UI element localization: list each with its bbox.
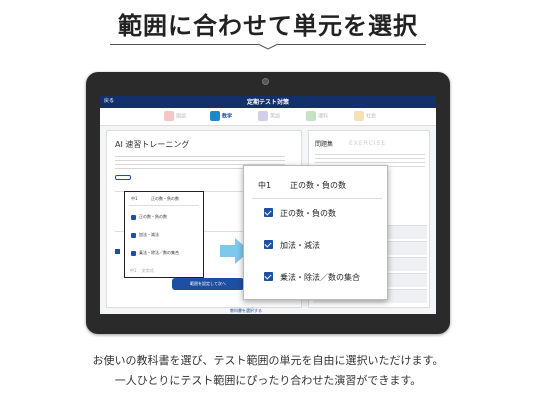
science-subject-icon: [306, 111, 316, 121]
exercise-title: 問題集: [315, 141, 334, 148]
japanese-subject-icon: [164, 111, 174, 121]
ai-training-title: AI 速習トレーニング: [115, 140, 190, 149]
app-title: 定期テスト対策: [246, 99, 289, 106]
subject-tabs: 国語 数学 英語 理科 社会: [100, 108, 436, 126]
checkbox-icon: [264, 240, 273, 249]
tab-math[interactable]: 数学: [210, 111, 232, 123]
app-header: 戻る 定期テスト対策: [100, 96, 436, 108]
math-subject-icon: [210, 111, 220, 121]
unit-title: 正の数・負の数: [151, 196, 179, 201]
unit-option[interactable]: 乗法・除法／数の集合: [264, 272, 360, 283]
social-subject-icon: [354, 111, 364, 121]
unit-option[interactable]: 乗法・除法／数の集合: [131, 250, 179, 256]
small-option-button[interactable]: [115, 175, 131, 180]
tab-social[interactable]: 社会: [354, 111, 376, 123]
section-checkbox[interactable]: [115, 249, 120, 254]
exercise-subtitle: EXERCISE: [349, 140, 387, 147]
tab-japanese[interactable]: 国語: [164, 111, 186, 123]
headline-rule-left: [110, 44, 258, 45]
unit-title: 正の数・負の数: [290, 181, 346, 190]
chevron-down-icon: [257, 43, 279, 50]
caption-line-2: 一人ひとりにテスト範囲にぴったり合わせた演習ができます。: [114, 374, 422, 387]
english-subject-icon: [258, 111, 268, 121]
unit-option[interactable]: 加法・減法: [131, 232, 159, 238]
checkbox-icon: [131, 214, 136, 220]
unit-selector-mini: 中1 正の数・負の数 正の数・負の数 加法・減法 乗法・除法／数の集合: [124, 191, 204, 278]
tab-english[interactable]: 英語: [258, 111, 280, 123]
checkbox-icon: [264, 208, 273, 217]
next-unit-row: 中1 文字式: [130, 268, 154, 273]
set-range-button[interactable]: 範囲を設定して次へ: [172, 278, 244, 290]
select-textbook-link[interactable]: 教科書を選択する: [230, 308, 262, 314]
tab-science[interactable]: 理科: [306, 111, 328, 123]
checkbox-icon: [131, 250, 136, 256]
unit-option[interactable]: 正の数・負の数: [131, 214, 167, 220]
unit-option[interactable]: 加法・減法: [264, 240, 320, 251]
divider: [252, 198, 382, 199]
unit-option[interactable]: 正の数・負の数: [264, 208, 336, 219]
checkbox-icon: [131, 232, 136, 238]
headline-rule-right: [278, 44, 426, 45]
grade-label: 中1: [131, 196, 138, 201]
caption-line-1: お使いの教科書を選び、テスト範囲の単元を自由に選択いただけます。: [92, 354, 444, 367]
checkbox-icon: [264, 272, 273, 281]
unit-selector-zoom: 中1 正の数・負の数 正の数・負の数 加法・減法 乗法・除法／数の集合: [243, 165, 388, 300]
grade-label: 中1: [258, 181, 272, 190]
divider: [129, 205, 199, 206]
headline: 範囲に合わせて単元を選択: [118, 12, 418, 40]
camera-icon: [262, 78, 269, 85]
